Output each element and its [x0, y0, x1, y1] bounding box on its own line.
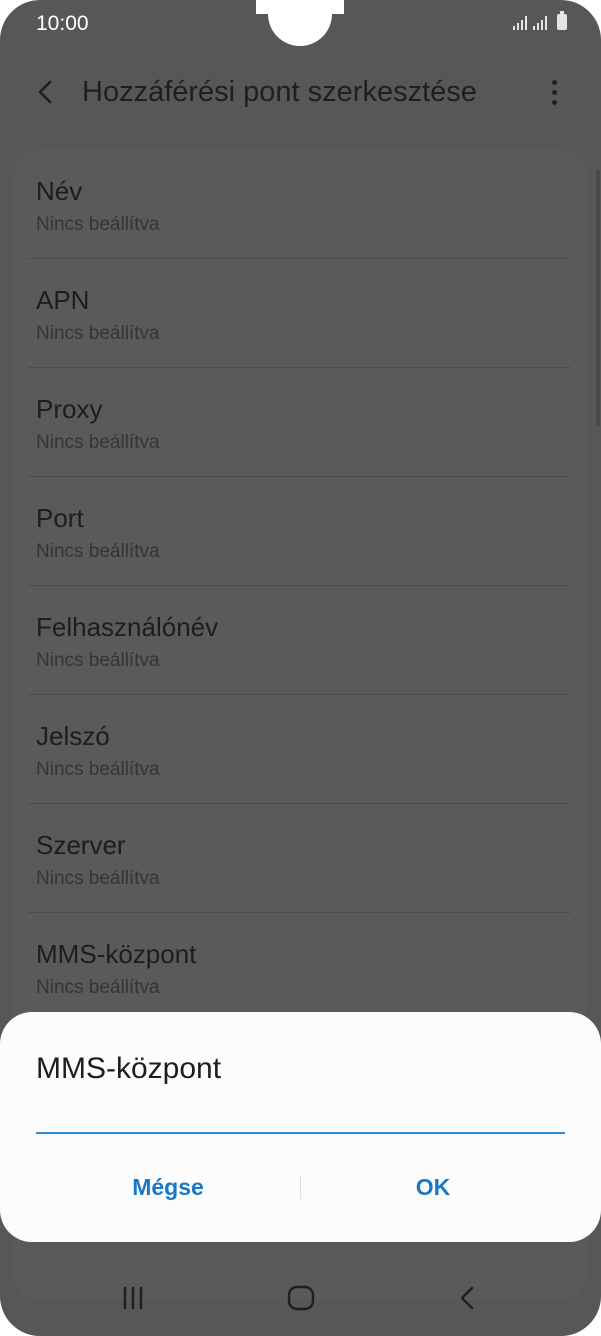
home-button[interactable] [271, 1278, 331, 1318]
navigation-bar [0, 1262, 601, 1336]
phone-screen: 10:00 Hozzáférési pont szerkesztése Név … [0, 0, 601, 1336]
field-value: Nincs beállítva [36, 432, 160, 453]
apn-field-proxy[interactable]: Proxy Nincs beállítva [14, 368, 587, 477]
field-value: Nincs beállítva [36, 650, 160, 671]
field-value: Nincs beállítva [36, 214, 160, 235]
recent-apps-button[interactable] [103, 1278, 163, 1318]
field-value: Nincs beállítva [36, 759, 160, 780]
status-icons [513, 11, 567, 30]
nav-back-icon [460, 1286, 474, 1310]
scrollbar[interactable] [596, 170, 600, 426]
field-value: Nincs beállítva [36, 323, 160, 344]
app-bar: Hozzáférési pont szerkesztése [0, 62, 601, 122]
field-value: Nincs beállítva [36, 977, 160, 998]
ok-button[interactable]: OK [301, 1162, 565, 1212]
recent-apps-icon [123, 1287, 143, 1309]
nav-back-button[interactable] [438, 1278, 498, 1318]
mmsc-dialog: MMS-központ Mégse OK [0, 1012, 601, 1242]
page-title: Hozzáférési pont szerkesztése [82, 76, 477, 108]
apn-field-name[interactable]: Név Nincs beállítva [14, 150, 587, 259]
back-button[interactable] [30, 76, 62, 108]
more-vertical-icon [551, 79, 557, 85]
apn-field-apn[interactable]: APN Nincs beállítva [14, 259, 587, 368]
home-icon [287, 1285, 315, 1311]
field-value: Nincs beállítva [36, 868, 160, 889]
dialog-title: MMS-központ [36, 1052, 222, 1085]
signal-icon [533, 14, 547, 30]
field-label: Név [36, 176, 83, 206]
chevron-left-icon [38, 80, 52, 104]
apn-field-username[interactable]: Felhasználónév Nincs beállítva [14, 586, 587, 695]
field-label: APN [36, 285, 90, 315]
apn-field-mmsc[interactable]: MMS-központ Nincs beállítva [14, 913, 587, 1022]
field-label: Jelszó [36, 721, 110, 751]
field-label: Szerver [36, 830, 126, 860]
field-label: Felhasználónév [36, 612, 219, 642]
apn-field-port[interactable]: Port Nincs beállítva [14, 477, 587, 586]
field-label: MMS-központ [36, 939, 197, 969]
signal-icon [513, 14, 527, 30]
more-options-button[interactable] [540, 76, 568, 108]
apn-field-list: Név Nincs beállítva APN Nincs beállítva … [14, 150, 587, 1022]
battery-icon [557, 11, 567, 30]
cancel-button[interactable]: Mégse [36, 1162, 300, 1212]
field-label: Proxy [36, 394, 103, 424]
field-value: Nincs beállítva [36, 541, 160, 562]
mmsc-input[interactable] [36, 1094, 565, 1134]
status-time: 10:00 [36, 12, 89, 35]
apn-field-server[interactable]: Szerver Nincs beállítva [14, 804, 587, 913]
dialog-buttons: Mégse OK [36, 1162, 565, 1212]
apn-field-password[interactable]: Jelszó Nincs beállítva [14, 695, 587, 804]
camera-notch [268, 0, 332, 46]
notch-shoulder [330, 0, 344, 14]
field-label: Port [36, 503, 84, 533]
